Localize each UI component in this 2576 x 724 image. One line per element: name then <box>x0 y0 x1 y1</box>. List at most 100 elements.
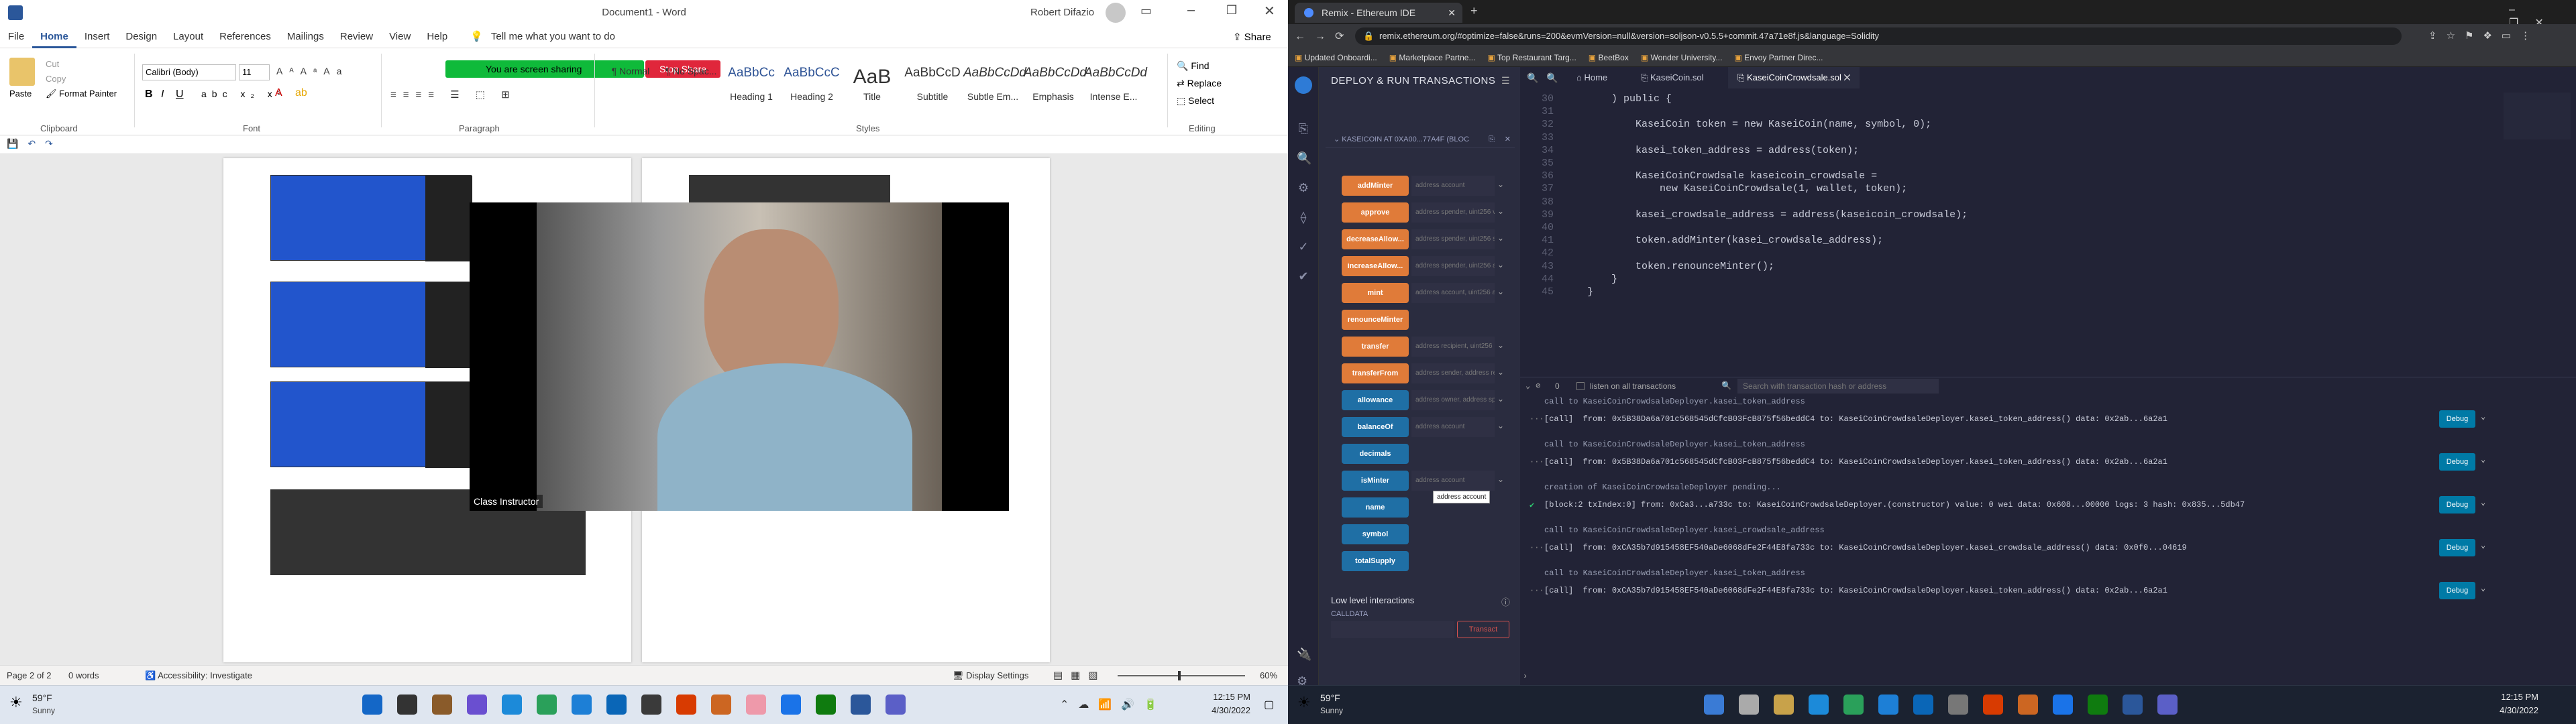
chevron-down-icon[interactable]: ⌄ <box>2481 540 2485 550</box>
taskbar-app-icon[interactable] <box>362 695 382 715</box>
remix-logo-icon[interactable] <box>1295 76 1312 94</box>
function-button[interactable]: name <box>1342 497 1409 518</box>
plugin-icons[interactable]: ⎘ 🔍 ⚙ ⟠ ✓ ✔ <box>1297 114 1311 291</box>
font-size-select[interactable]: 11 <box>239 64 270 80</box>
tell-me-search[interactable]: Tell me what you want to do <box>491 25 623 48</box>
chevron-down-icon[interactable]: ⌄ <box>2481 412 2485 422</box>
style-option[interactable]: AaB Title <box>843 63 902 102</box>
highlight-icon[interactable]: ab <box>295 87 307 99</box>
avatar[interactable] <box>1106 3 1126 23</box>
taskbar-app-icon[interactable] <box>502 695 522 715</box>
minimize-icon[interactable]: – <box>1187 3 1195 18</box>
bookmark-item[interactable]: ▣ Top Restaurant Targ... <box>1487 53 1576 62</box>
tab-layout[interactable]: Layout <box>165 25 211 48</box>
prompt-icon[interactable]: › <box>1523 672 1527 681</box>
ribbon-display-icon[interactable]: ▭ <box>1140 4 1152 18</box>
taskbar-app-icon[interactable] <box>606 695 627 715</box>
function-arg-input[interactable]: address recipient, uint256 <box>1411 337 1495 357</box>
select-button[interactable]: ⬚ Select <box>1177 95 1214 107</box>
style-option[interactable]: ¶ Normal <box>601 63 660 102</box>
bold-icon[interactable]: B <box>145 88 153 101</box>
taskbar-app-icon[interactable] <box>711 695 731 715</box>
tab-close-icon[interactable]: ✕ <box>1841 72 1851 82</box>
taskbar-app-icon[interactable] <box>1843 695 1864 715</box>
display-settings[interactable]: 🖥 Display Settings <box>953 670 1028 681</box>
taskbar-app-icon[interactable] <box>572 695 592 715</box>
font-name-select[interactable]: Calibri (Body) <box>142 64 236 80</box>
tab-review[interactable]: Review <box>332 25 381 48</box>
remove-contract-icon[interactable]: ✕ <box>1505 131 1511 147</box>
taskbar-app-icon[interactable] <box>2157 695 2178 715</box>
notifications-icon[interactable]: ▢ <box>1264 698 1274 711</box>
paste-icon[interactable] <box>9 58 35 86</box>
chevron-down-icon[interactable]: ⌄ <box>1497 394 1504 404</box>
tab-view[interactable]: View <box>381 25 419 48</box>
bookmark-item[interactable]: ▣ BeetBox <box>1589 53 1629 62</box>
taskbar-app-icon[interactable] <box>1704 695 1724 715</box>
find-button[interactable]: 🔍 Find <box>1177 60 1210 72</box>
view-mode-icons[interactable]: ▤▦▧ <box>1053 669 1106 681</box>
chevron-down-icon[interactable]: ⌄ <box>1497 367 1504 377</box>
tab-kaseicoin[interactable]: ⎘ KaseiCoin.sol <box>1631 67 1713 88</box>
font-size-icons[interactable]: AᴬAᵃAa <box>276 66 348 76</box>
debug-button[interactable]: Debug <box>2439 496 2475 514</box>
url-field[interactable]: 🔒 remix.ethereum.org/#optimize=false&run… <box>1355 27 2402 45</box>
tab-kaseicoin-crowdsale[interactable]: ⎘ KaseiCoinCrowdsale.sol ✕ <box>1728 67 1860 88</box>
clock-date[interactable]: 4/30/2022 <box>2489 705 2538 715</box>
taskbar-app-icon[interactable] <box>1809 695 1829 715</box>
style-option[interactable]: AaBbCcDd Intense E... <box>1084 63 1147 102</box>
tab-references[interactable]: References <box>211 25 279 48</box>
taskbar-app-icon[interactable] <box>781 695 801 715</box>
panel-menu-icon[interactable]: ☰ <box>1501 75 1510 86</box>
taskbar-app-icon[interactable] <box>2088 695 2108 715</box>
text-effects-icons[interactable]: abc x₂ x² <box>201 88 286 99</box>
function-arg-input[interactable]: address spender, uint256 a <box>1411 256 1495 276</box>
tab-home-editor[interactable]: ⌂ Home <box>1567 67 1617 88</box>
page-count[interactable]: Page 2 of 2 <box>7 670 52 680</box>
chevron-down-icon[interactable]: ⌄ <box>1497 287 1504 296</box>
tab-file[interactable]: File <box>0 25 32 48</box>
chevron-down-icon[interactable]: ⌄ <box>2481 497 2485 507</box>
function-button[interactable]: decimals <box>1342 444 1409 464</box>
replace-button[interactable]: ⇄ Replace <box>1177 78 1222 89</box>
function-arg-input[interactable]: address sender, address re <box>1411 363 1495 383</box>
function-button[interactable]: totalSupply <box>1342 551 1409 571</box>
minimap[interactable] <box>2504 93 2571 139</box>
system-tray-icons[interactable]: ⌃☁📶🔊🔋 <box>1060 698 1167 711</box>
chevron-down-icon[interactable]: ⌄ <box>1497 233 1504 243</box>
chevron-down-icon[interactable]: ⌄ <box>1497 421 1504 430</box>
style-option[interactable]: AaBbCcD Subtitle <box>903 63 962 102</box>
taskbar-app-icon[interactable] <box>397 695 417 715</box>
video-window[interactable]: Class Instructor <box>470 202 1009 511</box>
bookmark-item[interactable]: ▣ Updated Onboardi... <box>1295 53 1377 62</box>
taskbar-app-icon[interactable] <box>537 695 557 715</box>
function-button[interactable]: decreaseAllow... <box>1342 229 1409 249</box>
browser-tab-remix[interactable]: Remix - Ethereum IDE ✕ <box>1295 3 1462 23</box>
accessibility-status[interactable]: ♿ Accessibility: Investigate <box>145 670 252 681</box>
paragraph-align-icons[interactable]: ≡≡≡≡ ☰ ⬚ ⊞ <box>390 88 517 101</box>
bookmark-item[interactable]: ▣ Wonder University... <box>1641 53 1723 62</box>
chevron-down-icon[interactable]: ⌄ <box>1497 475 1504 484</box>
zoom-icons[interactable]: 🔍🔍 <box>1527 72 1566 84</box>
nav-icons[interactable]: ←→⟳ <box>1295 29 1353 43</box>
word-count[interactable]: 0 words <box>68 670 99 680</box>
function-arg-input[interactable]: address owner, address sp <box>1411 390 1495 410</box>
function-button[interactable]: isMinter <box>1342 471 1409 491</box>
chevron-down-icon[interactable]: ⌄ <box>1497 206 1504 216</box>
function-button[interactable]: allowance <box>1342 390 1409 410</box>
function-button[interactable]: transferFrom <box>1342 363 1409 383</box>
function-button[interactable]: renounceMinter <box>1342 310 1409 330</box>
tab-close-icon[interactable]: ✕ <box>1448 3 1456 23</box>
transact-button[interactable]: Transact <box>1457 621 1509 638</box>
taskbar-app-icon[interactable] <box>1948 695 1968 715</box>
taskbar-app-icon[interactable] <box>746 695 766 715</box>
bookmark-item[interactable]: ▣ Marketplace Partne... <box>1389 53 1476 62</box>
share-button[interactable]: ⇪ Share <box>1233 31 1271 43</box>
italic-icon[interactable]: I <box>161 88 164 101</box>
zoom-slider[interactable] <box>1118 671 1245 680</box>
style-option[interactable]: AaBbCcDd Subtle Em... <box>963 63 1026 102</box>
bookmark-item[interactable]: ▣ Envoy Partner Direc... <box>1734 53 1823 62</box>
taskbar-app-icon[interactable] <box>816 695 836 715</box>
chevron-down-icon[interactable]: ⌄ <box>1497 341 1504 350</box>
deployed-contract-header[interactable]: ⌄ KASEICOIN AT 0XA00...77A4F (BLOC ⎘ ✕ <box>1326 131 1515 147</box>
